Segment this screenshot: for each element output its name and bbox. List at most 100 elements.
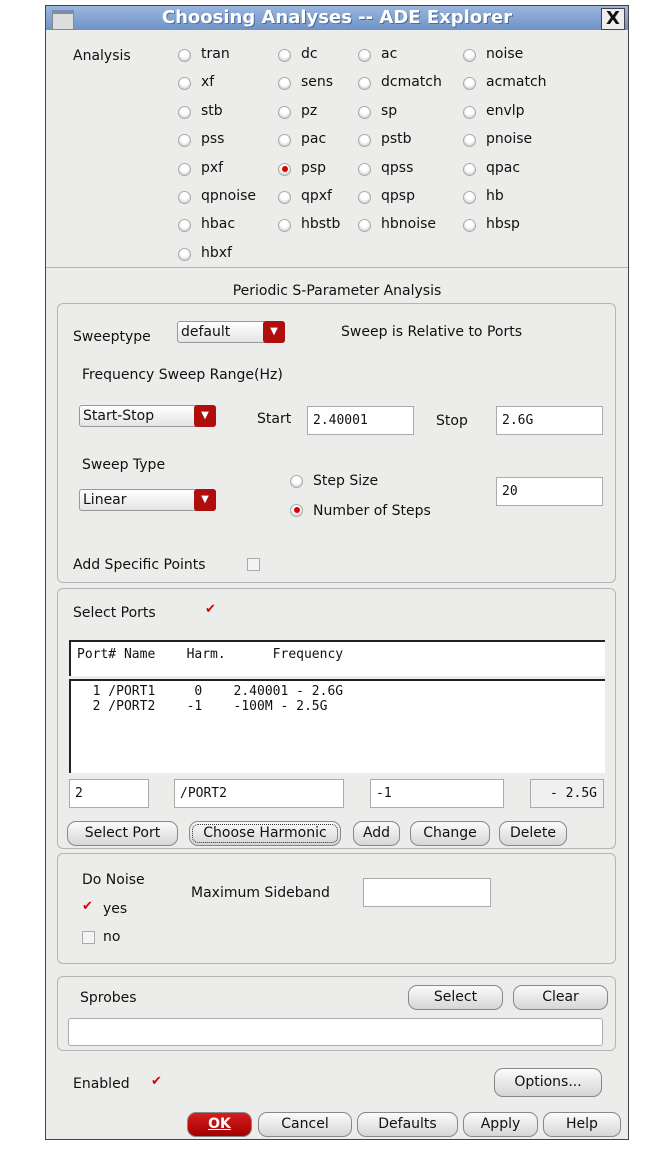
defaults-button[interactable]: Defaults	[357, 1112, 458, 1137]
analysis-label-dc: dc	[301, 46, 318, 62]
analysis-label-hb: hb	[486, 188, 504, 204]
sweep-type-value: Linear	[83, 492, 127, 508]
analysis-label-pxf: pxf	[201, 159, 224, 176]
analysis-label-pss: pss	[201, 131, 225, 148]
analysis-radio-qpsp[interactable]	[358, 191, 371, 204]
analysis-label-pnoise: pnoise	[486, 131, 533, 148]
analysis-radio-dc[interactable]	[278, 49, 291, 62]
analysis-label-envlp: envlp	[486, 102, 525, 119]
analysis-label-sens: sens	[301, 74, 334, 91]
step-size-radio[interactable]	[290, 475, 303, 488]
sweeptype-value: default	[181, 324, 231, 340]
analysis-radio-hbxf[interactable]	[178, 247, 191, 261]
analysis-label-stb: stb	[201, 102, 223, 119]
table-row[interactable]: 2 /PORT2 -1 -100M - 2.5G	[77, 699, 599, 714]
add-button[interactable]: Add	[353, 821, 400, 846]
close-button[interactable]: X	[601, 8, 625, 30]
analysis-radio-pxf[interactable]	[178, 162, 191, 176]
sweeptype-label: Sweeptype	[73, 329, 151, 345]
analysis-radio-psp[interactable]	[278, 162, 291, 176]
select-ports-label: Select Ports	[73, 605, 156, 621]
analysis-label-psp: psp	[301, 159, 327, 176]
section-heading: Periodic S-Parameter Analysis	[232, 283, 442, 299]
noise-yes-label: yes	[103, 901, 128, 917]
choose-harmonic-button[interactable]: Choose Harmonic	[189, 821, 341, 846]
analysis-radio-ac[interactable]	[358, 49, 371, 62]
num-steps-radio[interactable]	[290, 504, 303, 517]
analysis-radio-qpnoise[interactable]	[178, 191, 191, 204]
do-noise-label: Do Noise	[82, 872, 145, 888]
stop-label: Stop	[436, 413, 468, 429]
cancel-button[interactable]: Cancel	[258, 1112, 352, 1137]
analysis-label-pac: pac	[301, 131, 327, 148]
analysis-radio-qpxf[interactable]	[278, 191, 291, 204]
stop-input[interactable]: 2.6G	[496, 406, 603, 435]
analysis-label-ac: ac	[381, 46, 398, 62]
analysis-radio-qpss[interactable]	[358, 162, 371, 176]
analysis-radio-pz[interactable]	[278, 105, 291, 119]
ok-button[interactable]: OK	[187, 1112, 252, 1137]
range-mode-select[interactable]: Start-Stop ▼	[79, 405, 216, 427]
analysis-radio-stb[interactable]	[178, 105, 191, 119]
analysis-radio-noise[interactable]	[463, 49, 476, 62]
analysis-label-dcmatch: dcmatch	[381, 74, 442, 91]
start-input[interactable]: 2.40001	[307, 406, 414, 435]
max-sideband-label: Maximum Sideband	[191, 885, 330, 901]
noise-yes-checkbox[interactable]	[82, 899, 95, 916]
num-steps-input[interactable]: 20	[496, 477, 603, 506]
analysis-label-xf: xf	[201, 74, 215, 91]
analysis-label-qpxf: qpxf	[301, 188, 332, 204]
start-label: Start	[257, 411, 292, 427]
analysis-radio-hb[interactable]	[463, 191, 476, 204]
harmonic-input[interactable]: -1	[370, 779, 504, 808]
port-number-input[interactable]: 2	[69, 779, 149, 808]
options-button[interactable]: Options...	[494, 1068, 602, 1097]
analysis-label-hbstb: hbstb	[301, 216, 341, 233]
ports-table: 1 /PORT1 0 2.40001 - 2.6G 2 /PORT2 -1 -1…	[69, 679, 605, 773]
sprobes-clear-button[interactable]: Clear	[513, 985, 608, 1010]
sprobes-label: Sprobes	[80, 990, 137, 1006]
analysis-label-hbxf: hbxf	[201, 244, 232, 261]
change-button[interactable]: Change	[410, 821, 490, 846]
analysis-radio-envlp[interactable]	[463, 105, 476, 119]
enabled-label: Enabled	[73, 1076, 130, 1092]
analysis-radio-qpac[interactable]	[463, 162, 476, 176]
add-points-label: Add Specific Points	[73, 557, 206, 573]
sweeptype-select[interactable]: default ▼	[177, 321, 285, 343]
analysis-label-qpac: qpac	[486, 159, 521, 176]
select-ports-checkbox[interactable]	[205, 602, 218, 619]
frequency-readout: - 2.5G	[530, 779, 604, 808]
analysis-label-acmatch: acmatch	[486, 74, 547, 91]
window-title: Choosing Analyses -- ADE Explorer	[161, 7, 513, 28]
help-button[interactable]: Help	[543, 1112, 621, 1137]
analysis-label-qpnoise: qpnoise	[201, 188, 257, 204]
add-points-checkbox[interactable]	[247, 558, 260, 571]
noise-group	[57, 853, 616, 964]
sweep-type-select[interactable]: Linear ▼	[79, 489, 216, 511]
table-row[interactable]: 1 /PORT1 0 2.40001 - 2.6G	[77, 684, 599, 699]
delete-button[interactable]: Delete	[499, 821, 567, 846]
ports-table-header: Port# Name Harm. Frequency	[69, 640, 605, 676]
chevron-down-icon: ▼	[194, 489, 216, 511]
port-name-input[interactable]: /PORT2	[174, 779, 344, 808]
enabled-checkbox[interactable]	[151, 1074, 164, 1091]
analysis-label-hbsp: hbsp	[486, 216, 520, 233]
select-port-button[interactable]: Select Port	[67, 821, 178, 846]
sprobes-select-button[interactable]: Select	[408, 985, 503, 1010]
analysis-label-tran: tran	[201, 46, 230, 62]
sweep-group	[57, 303, 616, 583]
max-sideband-input[interactable]	[363, 878, 491, 907]
analysis-radio-sp[interactable]	[358, 105, 371, 119]
analysis-label-pstb: pstb	[381, 131, 412, 148]
num-steps-label: Number of Steps	[313, 503, 431, 519]
chevron-down-icon: ▼	[194, 405, 216, 427]
step-size-label: Step Size	[313, 473, 379, 489]
freq-range-label: Frequency Sweep Range(Hz)	[82, 367, 283, 383]
noise-no-checkbox[interactable]	[82, 931, 95, 944]
apply-button[interactable]: Apply	[463, 1112, 538, 1137]
analysis-label-pz: pz	[301, 102, 318, 119]
sprobes-input[interactable]	[68, 1018, 603, 1046]
analysis-radio-tran[interactable]	[178, 49, 191, 62]
analysis-label-qpss: qpss	[381, 159, 414, 176]
divider	[46, 267, 628, 268]
